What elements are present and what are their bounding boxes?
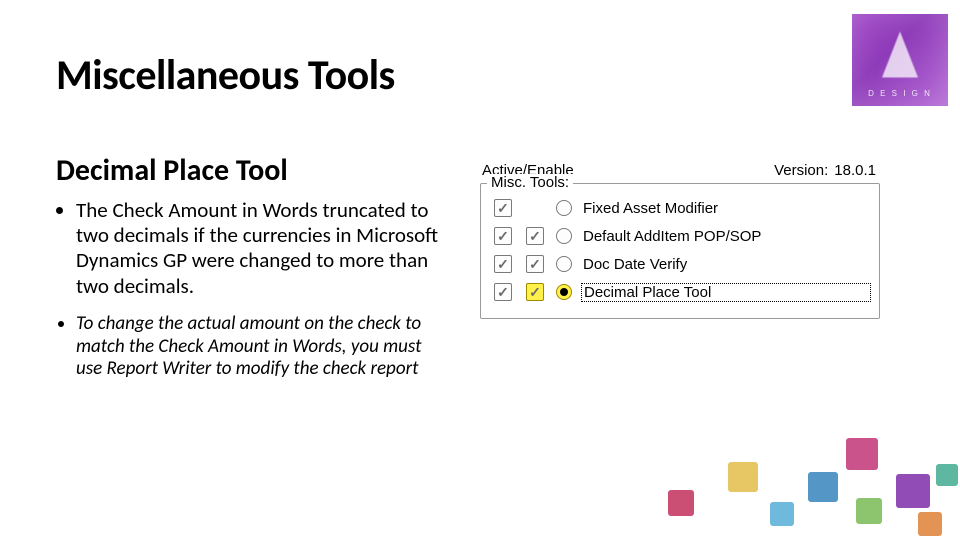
decorative-square	[846, 438, 878, 470]
active-checkbox[interactable]	[494, 255, 512, 273]
select-tool-radio[interactable]	[556, 256, 572, 272]
tool-row: Decimal Place Tool	[489, 278, 871, 306]
decorative-square	[918, 512, 942, 536]
decorative-square	[728, 462, 758, 492]
slide-title: Miscellaneous Tools	[56, 50, 395, 101]
tool-row: Default AddItem POP/SOP	[489, 222, 871, 250]
tool-row: Doc Date Verify	[489, 250, 871, 278]
section-subtitle: Decimal Place Tool	[56, 152, 288, 189]
decorative-square	[896, 474, 930, 508]
select-tool-radio[interactable]	[556, 284, 572, 300]
tool-label[interactable]: Decimal Place Tool	[581, 283, 871, 302]
active-checkbox[interactable]	[494, 199, 512, 217]
enable-checkbox[interactable]	[526, 227, 544, 245]
enable-checkbox[interactable]	[526, 255, 544, 273]
active-checkbox[interactable]	[494, 227, 512, 245]
tool-label[interactable]: Default AddItem POP/SOP	[579, 228, 871, 245]
decorative-square	[856, 498, 882, 524]
version-label: Version:	[774, 162, 828, 179]
select-tool-radio[interactable]	[556, 228, 572, 244]
group-title: Misc. Tools:	[487, 174, 573, 191]
decorative-square	[808, 472, 838, 502]
decorative-square	[936, 464, 958, 486]
tool-label[interactable]: Fixed Asset Modifier	[579, 200, 871, 217]
select-tool-radio[interactable]	[556, 200, 572, 216]
bullet-item: To change the actual amount on the check…	[76, 313, 446, 381]
design-logo	[852, 14, 948, 106]
bullet-item: The Check Amount in Words truncated to t…	[76, 198, 446, 299]
bullet-list: The Check Amount in Words truncated to t…	[56, 198, 446, 395]
decorative-squares	[660, 420, 960, 540]
tool-label[interactable]: Doc Date Verify	[579, 256, 871, 273]
enable-checkbox[interactable]	[526, 283, 544, 301]
decorative-square	[770, 502, 794, 526]
decorative-square	[668, 490, 694, 516]
misc-tools-panel: Active/Enable Version: 18.0.1 Misc. Tool…	[480, 162, 880, 319]
misc-tools-group: Misc. Tools: Fixed Asset ModifierDefault…	[480, 183, 880, 319]
tool-row: Fixed Asset Modifier	[489, 194, 871, 222]
active-checkbox[interactable]	[494, 283, 512, 301]
version-value: 18.0.1	[834, 162, 876, 179]
